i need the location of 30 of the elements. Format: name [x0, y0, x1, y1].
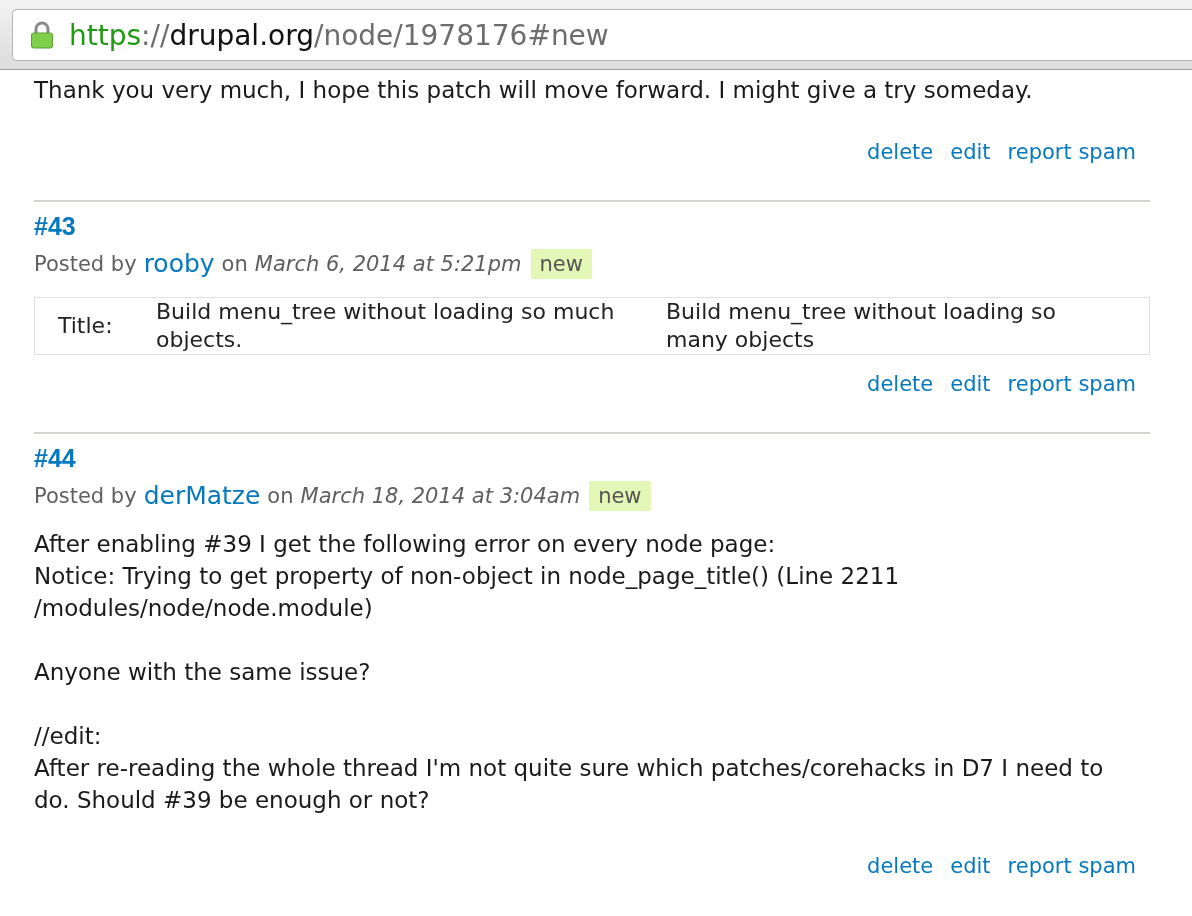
comment-paragraph: Anyone with the same issue?: [34, 658, 372, 687]
url-text: https://drupal.org/node/1978176#new: [69, 18, 609, 52]
new-badge: new: [589, 481, 651, 511]
comment-action-link[interactable]: report spam: [1007, 136, 1136, 168]
comment-paragraph: Thank you very much, I hope this patch will move forward. I might give a try someday.: [34, 76, 1034, 105]
comment-number-link[interactable]: #43: [34, 211, 76, 241]
comment-action-link[interactable]: edit: [950, 368, 991, 400]
comment-action-link[interactable]: edit: [950, 136, 991, 168]
on-label: on: [267, 483, 294, 510]
comment-paragraph: //edit: After re-reading the whole thread I'm not quite sure which patches/corehacks in D7 I need to do. Should #39 be enough or not?: [34, 722, 1105, 815]
posted-by-label: Posted by: [34, 483, 137, 510]
diff-old-value: Build menu_tree without loading so much objects.: [156, 297, 666, 355]
author-link[interactable]: derMatze: [143, 480, 261, 512]
comment-action-link[interactable]: delete: [867, 850, 934, 882]
on-label: on: [221, 251, 248, 278]
diff-label: Title:: [34, 297, 156, 355]
address-bar[interactable]: https://drupal.org/node/1978176#new: [12, 9, 1192, 61]
comment-date: March 18, 2014 at 3:04am: [300, 483, 581, 510]
comment-action-link[interactable]: delete: [867, 368, 934, 400]
comment-action-link[interactable]: delete: [867, 136, 934, 168]
comment-action-link[interactable]: edit: [950, 850, 991, 882]
posted-by-label: Posted by: [34, 251, 137, 278]
new-badge: new: [530, 249, 592, 279]
comment-action-link[interactable]: report spam: [1007, 850, 1136, 882]
comment-paragraph: After enabling #39 I get the following error on every node page: Notice: Trying to get property of non-object in node_page_title() (Line 2211 /modules/node/node.module): [34, 530, 901, 623]
comment-number-link[interactable]: #44: [34, 443, 76, 473]
comment-date: March 6, 2014 at 5:21pm: [254, 251, 522, 278]
author-link[interactable]: rooby: [143, 248, 215, 280]
diff-new-value: Build menu_tree without loading so many objects: [666, 297, 1150, 355]
comment-action-link[interactable]: report spam: [1007, 368, 1136, 400]
